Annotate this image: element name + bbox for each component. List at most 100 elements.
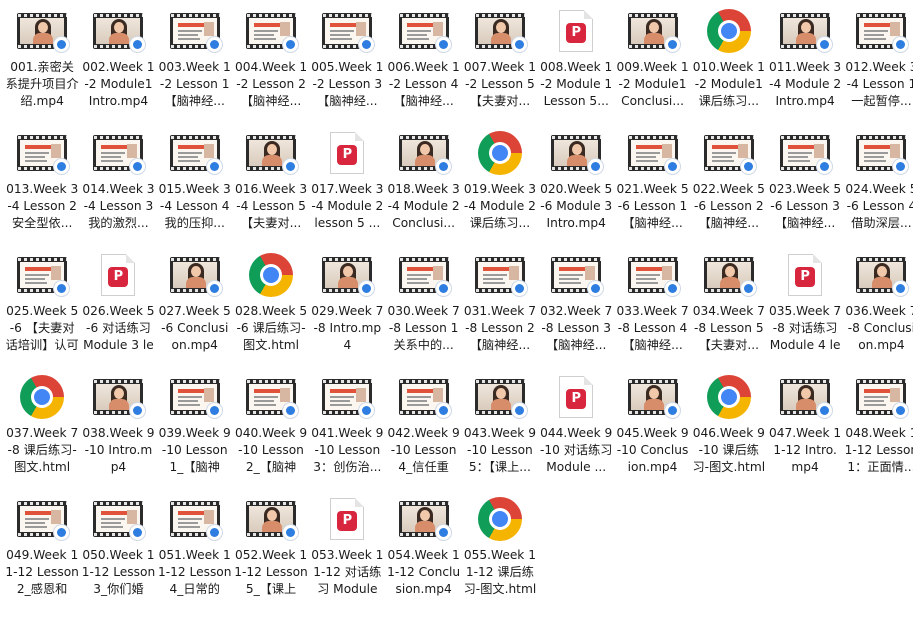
file-item[interactable]: 007.Week 1-2 Lesson 5【夫妻对... [462,4,538,126]
file-item[interactable]: 045.Week 9-10 Conclusion.mp4 [614,370,690,492]
file-item[interactable]: P 053.Week 11-12 对话练习 Module ... [309,492,385,614]
file-name: 013.Week 3-4 Lesson 2 安全型依... [6,182,79,230]
file-item[interactable]: 013.Week 3-4 Lesson 2 安全型依... [4,126,80,248]
file-item[interactable]: 054.Week 11-12 Conclusion.mp4 [385,492,461,614]
file-item[interactable]: 001.亲密关系提升项目介绍.mp4 [4,4,80,126]
file-item[interactable]: 038.Week 9-10 Intro.mp4 [80,370,156,492]
file-item[interactable]: 039.Week 9-10 Lesson 1_【脑神经... [157,370,233,492]
file-item[interactable]: 032.Week 7-8 Lesson 3【脑神经... [538,248,614,370]
file-item[interactable]: 031.Week 7-8 Lesson 2【脑神经... [462,248,538,370]
pdf-file-icon: P [101,254,136,296]
file-item[interactable]: 037.Week 7-8 课后练习-图文.html [4,370,80,492]
file-item[interactable]: 002.Week 1-2 Module1 Intro.mp4 [80,4,156,126]
file-item[interactable]: P 017.Week 3-4 Module 2 lesson 5 ... [309,126,385,248]
file-item[interactable]: 018.Week 3-4 Module 2 Conclusi... [385,126,461,248]
file-item[interactable]: 046.Week 9-10 课后练习-图文.html [691,370,767,492]
file-item[interactable]: 014.Week 3-4 Lesson 3 我的激烈... [80,126,156,248]
file-name: 044.Week 9-10 对话练习 Module ... [539,426,613,474]
file-item[interactable]: 042.Week 9-10 Lesson 4_信任重建... [385,370,461,492]
file-item[interactable]: 036.Week 7-8 Conclusion.mp4 [843,248,913,370]
file-thumbnail [10,126,74,180]
file-thumbnail [10,4,74,58]
cloud-sync-badge-icon [129,36,147,53]
file-item[interactable]: 020.Week 5-6 Module 3 Intro.mp4 [538,126,614,248]
cloud-sync-badge-icon [816,158,834,175]
file-name: 029.Week 7-8 Intro.mp4 [311,304,384,352]
file-item[interactable]: 043.Week 9-10 Lesson 5：【课上... [462,370,538,492]
file-item[interactable]: 030.Week 7-8 Lesson 1 关系中的... [385,248,461,370]
file-thumbnail [468,126,532,180]
file-thumbnail [239,126,303,180]
file-item[interactable]: 034.Week 7-8 Lesson 5【夫妻对... [691,248,767,370]
file-item[interactable]: 022.Week 5-6 Lesson 2【脑神经... [691,126,767,248]
file-item[interactable]: 052.Week 11-12 Lesson 5_【课上培... [233,492,309,614]
file-item[interactable]: 015.Week 3-4 Lesson 4 我的压抑... [157,126,233,248]
file-thumbnail [86,370,150,424]
file-item[interactable]: 010.Week 1-2 Module1 课后练习... [691,4,767,126]
file-name: 003.Week 1-2 Lesson 1【脑神经... [158,60,231,108]
file-item[interactable]: 028.Week 5-6 课后练习-图文.html [233,248,309,370]
file-thumbnail [697,4,761,58]
file-item[interactable]: 012.Week 3-4 Lesson 1 一起暂停... [843,4,913,126]
cloud-sync-badge-icon [358,280,376,297]
cloud-sync-badge-icon [663,280,681,297]
file-item[interactable]: P 008.Week 1-2 Module 1 Lesson 5... [538,4,614,126]
file-thumbnail [468,492,532,546]
file-item[interactable]: P 035.Week 7-8 对话练习 Module 4 lesson ... [767,248,843,370]
file-name: 004.Week 1-2 Lesson 2【脑神经... [234,60,308,108]
file-thumbnail [239,248,303,302]
file-item[interactable]: 011.Week 3-4 Module 2 Intro.mp4 [767,4,843,126]
file-name: 036.Week 7-8 Conclusion.mp4 [845,304,913,352]
file-item[interactable]: 051.Week 11-12 Lesson 4_日常的沟... [157,492,233,614]
cloud-sync-badge-icon [434,524,452,541]
file-thumbnail [163,370,227,424]
file-name: 001.亲密关系提升项目介绍.mp4 [5,60,79,108]
file-item[interactable]: 050.Week 11-12 Lesson 3_你们婚姻... [80,492,156,614]
file-name: 002.Week 1-2 Module1 Intro.mp4 [82,60,155,108]
file-item[interactable]: 006.Week 1-2 Lesson 4【脑神经... [385,4,461,126]
file-item[interactable]: 048.Week 11-12 Lesson 1：正面情... [843,370,913,492]
file-thumbnail [86,492,150,546]
chrome-html-icon [706,9,751,53]
cloud-sync-badge-icon [129,402,147,419]
file-item[interactable]: 009.Week 1-2 Module1 Conclusi... [614,4,690,126]
cloud-sync-badge-icon [587,280,605,297]
file-item[interactable]: 055.Week 11-12 课后练习-图文.html [462,492,538,614]
file-item[interactable]: 004.Week 1-2 Lesson 2【脑神经... [233,4,309,126]
file-item[interactable]: P 026.Week 5-6 对话练习 Module 3 lesson ... [80,248,156,370]
file-item[interactable]: 023.Week 5-6 Lesson 3【脑神经... [767,126,843,248]
file-item[interactable]: 019.Week 3-4 Module 2 课后练习... [462,126,538,248]
cloud-sync-badge-icon [434,402,452,419]
file-name: 035.Week 7-8 对话练习 Module 4 lesson ... [769,304,842,352]
file-item[interactable]: 003.Week 1-2 Lesson 1【脑神经... [157,4,233,126]
file-thumbnail [315,248,379,302]
file-thumbnail: P [315,492,379,546]
file-name: 048.Week 11-12 Lesson 1：正面情... [844,426,913,474]
file-item[interactable]: 025.Week 5-6 【夫妻对话培训】认可彼此... [4,248,80,370]
file-item[interactable]: 021.Week 5-6 Lesson 1【脑神经... [614,126,690,248]
cloud-sync-badge-icon [510,280,528,297]
file-item[interactable]: 027.Week 5-6 Conclusion.mp4 [157,248,233,370]
file-item[interactable]: 049.Week 11-12 Lesson 2_感恩和认... [4,492,80,614]
file-item[interactable]: 033.Week 7-8 Lesson 4【脑神经... [614,248,690,370]
cloud-sync-badge-icon [816,402,834,419]
file-thumbnail: P [773,248,837,302]
file-item[interactable]: 016.Week 3-4 Lesson 5【夫妻对... [233,126,309,248]
file-item[interactable]: 041.Week 9-10 Lesson 3：创伤治... [309,370,385,492]
file-name: 007.Week 1-2 Lesson 5【夫妻对... [463,60,536,108]
file-name: 038.Week 9-10 Intro.mp4 [82,426,155,474]
file-item[interactable]: P 044.Week 9-10 对话练习 Module ... [538,370,614,492]
file-item[interactable]: 005.Week 1-2 Lesson 3【脑神经... [309,4,385,126]
cloud-sync-badge-icon [358,36,376,53]
file-item[interactable]: 029.Week 7-8 Intro.mp4 [309,248,385,370]
file-item[interactable]: 047.Week 11-12 Intro.mp4 [767,370,843,492]
file-thumbnail: P [544,370,608,424]
file-thumbnail [621,248,685,302]
file-thumbnail [773,4,837,58]
file-item[interactable]: 040.Week 9-10 Lesson 2_【脑神经... [233,370,309,492]
file-name: 021.Week 5-6 Lesson 1【脑神经... [616,182,689,230]
file-item[interactable]: 024.Week 5-6 Lesson 4 借助深层... [843,126,913,248]
file-name: 055.Week 11-12 课后练习-图文.html [463,548,537,596]
file-thumbnail [849,126,913,180]
file-name: 046.Week 9-10 课后练习-图文.html [692,426,766,474]
